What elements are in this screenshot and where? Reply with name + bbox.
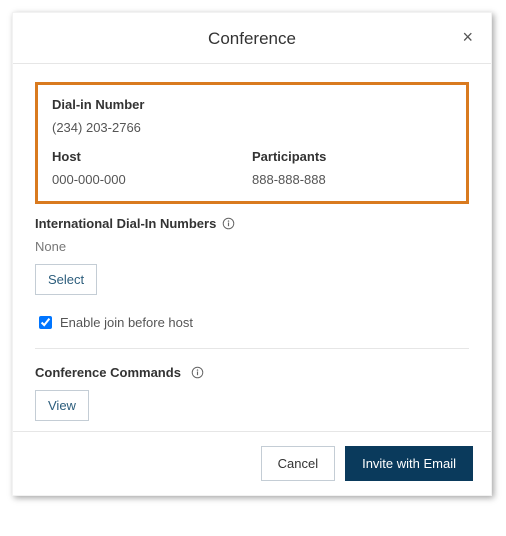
participants-col: Participants 888-888-888 — [252, 149, 452, 187]
info-icon[interactable] — [191, 366, 204, 379]
enable-join-checkbox[interactable] — [39, 316, 52, 329]
participants-code: 888-888-888 — [252, 172, 452, 187]
view-button[interactable]: View — [35, 390, 89, 421]
conference-dialog: Conference × Dial-in Number (234) 203-27… — [12, 12, 492, 496]
dialog-footer: Cancel Invite with Email — [13, 431, 491, 495]
intl-section-header: International Dial-In Numbers — [35, 216, 469, 231]
invite-button[interactable]: Invite with Email — [345, 446, 473, 481]
dialog-title: Conference — [208, 29, 296, 48]
enable-join-row: Enable join before host — [35, 313, 469, 332]
cancel-button[interactable]: Cancel — [261, 446, 335, 481]
commands-label: Conference Commands — [35, 365, 181, 380]
select-button[interactable]: Select — [35, 264, 97, 295]
host-col: Host 000-000-000 — [52, 149, 252, 187]
host-label: Host — [52, 149, 252, 164]
commands-section-header: Conference Commands — [35, 365, 469, 380]
participants-label: Participants — [252, 149, 452, 164]
codes-row: Host 000-000-000 Participants 888-888-88… — [52, 149, 452, 187]
dialog-header: Conference × — [13, 13, 491, 64]
info-icon[interactable] — [222, 217, 235, 230]
enable-join-label: Enable join before host — [60, 315, 193, 330]
host-code: 000-000-000 — [52, 172, 252, 187]
close-icon: × — [462, 27, 473, 47]
dialog-body: Dial-in Number (234) 203-2766 Host 000-0… — [13, 64, 491, 431]
divider — [35, 348, 469, 349]
dial-in-number: (234) 203-2766 — [52, 120, 452, 135]
intl-label: International Dial-In Numbers — [35, 216, 216, 231]
intl-value: None — [35, 239, 469, 254]
dial-in-label: Dial-in Number — [52, 97, 452, 112]
dial-info-highlight: Dial-in Number (234) 203-2766 Host 000-0… — [35, 82, 469, 204]
close-button[interactable]: × — [456, 23, 479, 52]
